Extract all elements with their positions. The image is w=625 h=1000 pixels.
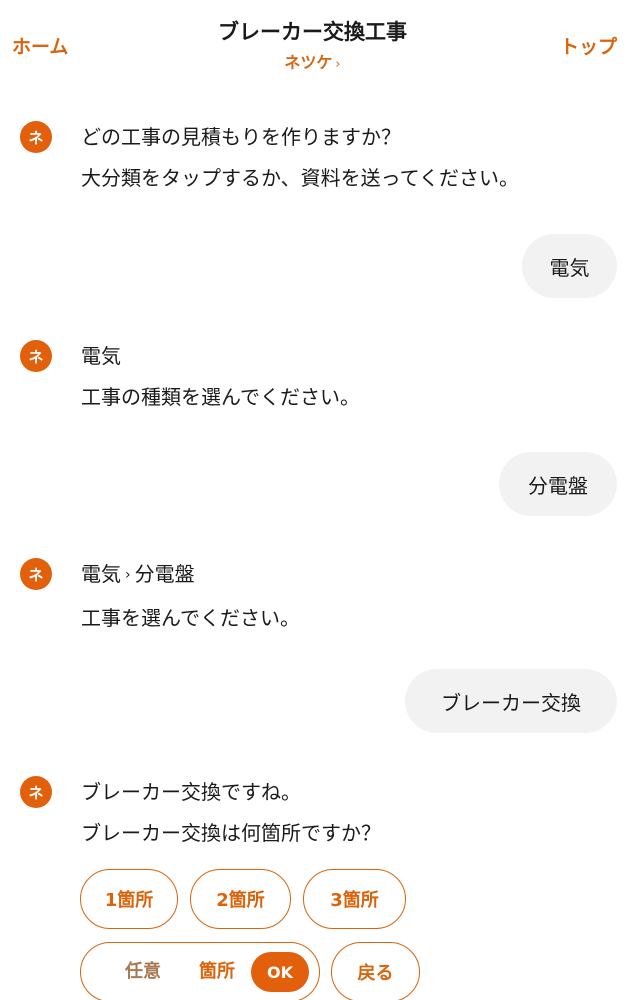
breadcrumb-item: 電気 <box>81 562 121 586</box>
assistant-avatar: ネ <box>20 121 52 153</box>
user-message: ブレーカー交換 <box>405 669 617 733</box>
page-title: ブレーカー交換工事 <box>218 20 407 44</box>
assistant-name: ネツケ <box>284 53 333 72</box>
user-message: 電気 <box>522 234 617 298</box>
message-line: 大分類をタップするか、資料を送ってください。 <box>81 166 519 190</box>
option-3-locations-button[interactable]: 3箇所 <box>303 869 406 929</box>
message-line: ブレーカー交換ですね。 <box>81 780 301 804</box>
chevron-right-icon: › <box>125 567 131 583</box>
option-1-location-button[interactable]: 1箇所 <box>80 869 178 929</box>
message-line: ブレーカー交換は何箇所ですか？ <box>81 821 381 845</box>
quantity-input-placeholder[interactable]: 任意 <box>125 943 161 1000</box>
message-line: どの工事の見積もりを作りますか？ <box>81 125 401 149</box>
back-button[interactable]: 戻る <box>331 942 420 1000</box>
top-link[interactable]: トップ <box>560 32 617 59</box>
breadcrumb-item: 分電盤 <box>134 562 195 586</box>
message-line: 工事の種類を選んでください。 <box>81 385 360 409</box>
user-message: 分電盤 <box>499 452 617 516</box>
assistant-avatar: ネ <box>20 558 52 590</box>
message-line: 電気 <box>81 344 121 368</box>
assistant-avatar: ネ <box>20 340 52 372</box>
assistant-avatar: ネ <box>20 776 52 808</box>
chevron-right-icon: › <box>335 57 341 72</box>
app-header: ホーム ブレーカー交換工事 ネツケ › トップ <box>0 0 625 80</box>
breadcrumb: 電気 › 分電盤 <box>81 554 621 598</box>
assistant-name-link[interactable]: ネツケ › <box>0 49 625 73</box>
ok-button[interactable]: OK <box>251 952 309 992</box>
message-line: 工事を選んでください。 <box>81 606 300 630</box>
option-2-locations-button[interactable]: 2箇所 <box>190 869 291 929</box>
custom-quantity-field[interactable]: 任意 箇所 OK <box>80 942 320 1000</box>
quantity-unit-label: 箇所 <box>199 961 235 982</box>
